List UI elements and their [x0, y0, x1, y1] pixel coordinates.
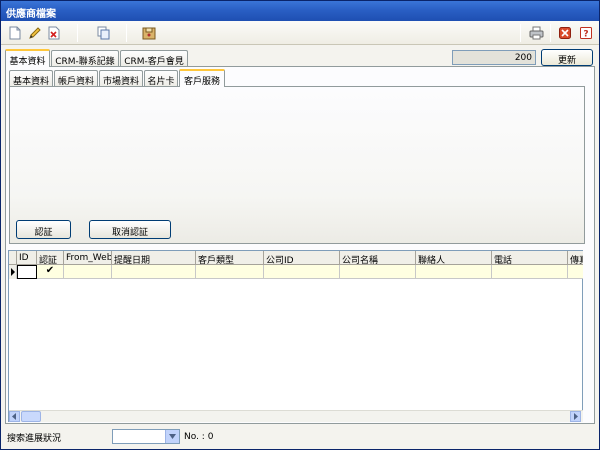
delete-icon[interactable]: [46, 25, 62, 41]
tab-account-info[interactable]: 帳戶資料: [54, 70, 98, 87]
copy-icon[interactable]: [96, 25, 112, 41]
chevron-down-icon[interactable]: [165, 430, 179, 443]
uncertify-button[interactable]: 取消認証: [89, 220, 171, 239]
column-header-fax[interactable]: 傳真: [568, 251, 583, 265]
tab-basic-info[interactable]: 基本資料: [5, 49, 50, 67]
search-progress-select[interactable]: [112, 429, 180, 444]
edit-pencil-icon[interactable]: [27, 25, 43, 41]
cell-fax[interactable]: [568, 265, 583, 279]
data-grid: ID 認証 From_Web 提醒日期 客戶類型 公司ID 公司名稱 聯絡人 電…: [8, 250, 583, 422]
help-icon[interactable]: ?: [578, 25, 594, 41]
cell-company-name[interactable]: [340, 265, 416, 279]
tab-label: 客戶服務: [183, 77, 220, 87]
cell-remind-date[interactable]: [112, 265, 196, 279]
row-pointer-icon: [9, 265, 17, 279]
grid-header-row: ID 認証 From_Web 提醒日期 客戶類型 公司ID 公司名稱 聯絡人 電…: [9, 251, 583, 265]
scroll-right-icon[interactable]: [570, 411, 581, 422]
tab-customer-service[interactable]: 客戶服務: [179, 69, 225, 87]
cell-client-type[interactable]: [196, 265, 264, 279]
column-header-company-name[interactable]: 公司名稱: [340, 251, 416, 265]
column-header-company-id[interactable]: 公司ID: [264, 251, 340, 265]
svg-text:?: ?: [583, 30, 588, 40]
cell-id[interactable]: [17, 265, 37, 279]
column-header-phone[interactable]: 電話: [492, 251, 568, 265]
record-counter: 200: [452, 50, 536, 65]
column-header-remind-date[interactable]: 提醒日期: [112, 251, 196, 265]
save-icon[interactable]: [141, 25, 157, 41]
cell-phone[interactable]: [492, 265, 568, 279]
column-header-id[interactable]: ID: [17, 251, 37, 265]
cell-from-web[interactable]: [64, 265, 112, 279]
cell-company-id[interactable]: [264, 265, 340, 279]
window-titlebar: 供應商檔案: [1, 1, 599, 21]
toolbar-separator: [126, 24, 127, 42]
tab-crm-client-meeting[interactable]: CRM-客戶會見: [120, 50, 188, 67]
tab-business-card[interactable]: 名片卡: [144, 70, 178, 87]
toolbar-separator: [550, 24, 551, 42]
grid-header-indicator: [9, 251, 17, 265]
certify-button[interactable]: 認証: [16, 220, 71, 239]
tab-label: 基本資料: [9, 57, 46, 67]
refresh-button[interactable]: 更新: [541, 49, 593, 66]
scrollbar-thumb[interactable]: [21, 411, 41, 422]
search-progress-label: 搜索進展狀況: [7, 434, 62, 444]
scroll-left-icon[interactable]: [9, 411, 20, 422]
column-header-from-web[interactable]: From_Web: [64, 251, 112, 265]
window-title: 供應商檔案: [6, 9, 56, 20]
cell-certified-check-icon[interactable]: ✔: [37, 265, 64, 279]
new-document-icon[interactable]: [7, 25, 23, 41]
horizontal-scrollbar[interactable]: [9, 410, 583, 422]
close-icon[interactable]: [557, 25, 573, 41]
toolbar-separator: [520, 24, 521, 42]
tab-crm-contact-log[interactable]: CRM-聯系記錄: [51, 50, 119, 67]
tab-inner-basic-info[interactable]: 基本資料: [9, 70, 53, 87]
toolbar: ?: [1, 21, 599, 45]
column-header-client-type[interactable]: 客戶類型: [196, 251, 264, 265]
tab-market-info[interactable]: 市場資料: [99, 70, 143, 87]
toolbar-separator: [77, 24, 78, 42]
cell-contact[interactable]: [416, 265, 492, 279]
column-header-certified[interactable]: 認証: [37, 251, 64, 265]
supplier-file-window: 供應商檔案 ? 基本資料 CRM-聯系記錄 CRM-客戶會見 200 更新 基本…: [0, 0, 600, 450]
record-number-label: No. : 0: [184, 432, 214, 442]
table-row[interactable]: ✔: [9, 265, 583, 279]
column-header-contact[interactable]: 聯絡人: [416, 251, 492, 265]
print-icon[interactable]: [528, 25, 544, 41]
